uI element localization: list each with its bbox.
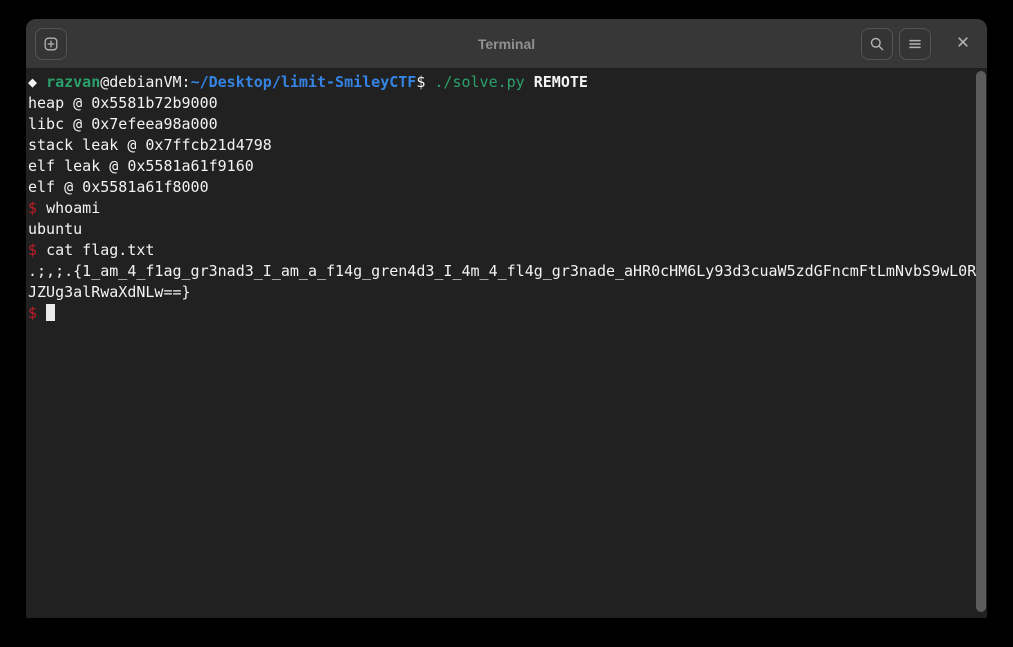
terminal-line: ubuntu: [28, 219, 985, 240]
terminal-line: stack leak @ 0x7ffcb21d4798: [28, 135, 985, 156]
terminal-line: $ cat flag.txt: [28, 240, 985, 261]
terminal-window: Terminal: [26, 19, 987, 618]
header-right-controls: [861, 19, 987, 68]
search-icon: [869, 36, 885, 52]
menu-button[interactable]: [899, 28, 931, 60]
terminal-line: $ whoami: [28, 198, 985, 219]
new-tab-icon: [43, 36, 59, 52]
terminal-line: $: [28, 303, 985, 324]
terminal-cursor: [46, 304, 55, 321]
terminal-line: libc @ 0x7efeea98a000: [28, 114, 985, 135]
terminal-line: .;,;.{1_am_4_f1ag_gr3nad3_I_am_a_f14g_gr…: [28, 261, 985, 282]
terminal-line: JZUg3alRwaXdNLw==}: [28, 282, 985, 303]
terminal-line: elf @ 0x5581a61f8000: [28, 177, 985, 198]
scrollbar-thumb[interactable]: [976, 71, 986, 612]
terminal-line: heap @ 0x5581b72b9000: [28, 93, 985, 114]
window-title: Terminal: [26, 19, 987, 68]
close-icon: [956, 35, 970, 52]
terminal-output: ◆ razvan@debianVM:~/Desktop/limit-Smiley…: [28, 72, 985, 324]
new-tab-button[interactable]: [35, 28, 67, 60]
terminal-line: ◆ razvan@debianVM:~/Desktop/limit-Smiley…: [28, 72, 985, 93]
hamburger-menu-icon: [907, 36, 923, 52]
terminal-content-area[interactable]: ◆ razvan@debianVM:~/Desktop/limit-Smiley…: [26, 69, 987, 618]
header-bar: Terminal: [26, 19, 987, 69]
search-button[interactable]: [861, 28, 893, 60]
terminal-line: elf leak @ 0x5581a61f9160: [28, 156, 985, 177]
close-button[interactable]: [949, 30, 977, 58]
